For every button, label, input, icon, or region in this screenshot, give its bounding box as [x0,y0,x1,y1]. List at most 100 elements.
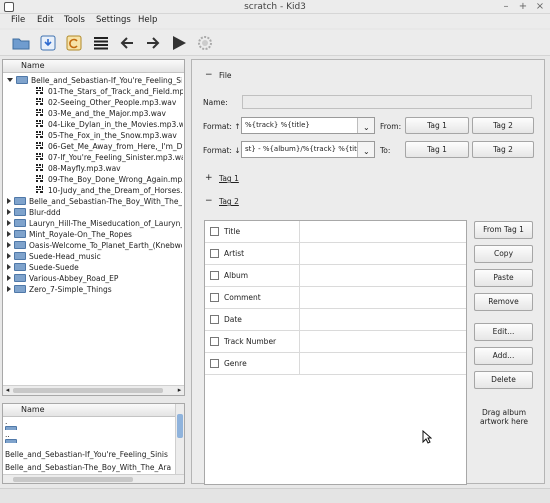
format-down-combo[interactable]: st} - %{album}/%{track} %{title} ⌄ [241,141,375,158]
to-tag2-button[interactable]: Tag 2 [472,141,534,158]
play-icon[interactable] [169,33,189,53]
collapse-arrow-icon[interactable] [7,253,11,259]
previous-icon[interactable] [117,33,137,53]
tag-field-checkbox[interactable] [210,293,219,302]
tree-folder-row[interactable]: Zero_7-Simple_Things [7,284,182,295]
next-icon[interactable] [143,33,163,53]
tree-folder-row[interactable]: Oasis-Welcome_To_Planet_Earth_(Knebwort [7,240,182,251]
tag-field-value[interactable] [301,331,465,352]
tag1-section-toggle[interactable]: + [205,174,213,183]
delete-button[interactable]: Delete [474,371,533,389]
menu-edit[interactable]: Edit [37,15,53,25]
file-tree-header[interactable]: Name [3,60,184,73]
tag-field-value[interactable] [301,243,465,264]
from-tag1-copy-button[interactable]: From Tag 1 [474,221,533,239]
dir-list-row[interactable]: .. [5,431,173,443]
tag-field-checkbox[interactable] [210,359,219,368]
collapse-arrow-icon[interactable] [7,198,11,204]
dir-list-row[interactable]: . [5,418,173,430]
tree-folder-row[interactable]: Various-Abbey_Road_EP [7,273,182,284]
copy-button[interactable]: Copy [474,245,533,263]
collapse-arrow-icon[interactable] [7,264,11,270]
tree-folder-row[interactable]: Blur-ddd [7,207,182,218]
tree-file-row[interactable]: 09-The_Boy_Done_Wrong_Again.mp3.wav [35,174,183,185]
tag-field-value[interactable] [301,265,465,286]
tag-field-checkbox[interactable] [210,249,219,258]
tag-field-value[interactable] [301,287,465,308]
dir-list-vscrollbar[interactable] [175,404,184,474]
collapse-arrow-icon[interactable] [7,231,11,237]
tag-field-name: Comment [224,293,261,302]
chevron-down-icon: ⌄ [363,123,370,132]
tree-folder-row[interactable]: Mint_Royale-On_The_Ropes [7,229,182,240]
format-up-dropdown[interactable]: ⌄ [357,118,374,133]
menu-file[interactable]: File [11,15,25,25]
tree-file-row[interactable]: 07-If_You're_Feeling_Sinister.mp3.wav [35,152,183,163]
format-down-dropdown[interactable]: ⌄ [357,142,374,157]
add-button[interactable]: Add... [474,347,533,365]
menu-settings[interactable]: Settings [96,15,131,25]
paste-button[interactable]: Paste [474,269,533,287]
file-section-toggle[interactable]: − [205,71,213,80]
minimize-icon[interactable]: – [500,1,512,13]
from-tag2-button[interactable]: Tag 2 [472,117,534,134]
dir-list-row[interactable]: Belle_and_Sebastian-The_Boy_With_The_Ara [5,462,173,473]
from-tag1-button[interactable]: Tag 1 [405,117,469,134]
collapse-arrow-icon[interactable] [7,220,11,226]
tag-field-row[interactable]: Date [205,309,466,331]
close-icon[interactable]: × [534,1,546,13]
dir-list-header[interactable]: Name [3,404,184,417]
tree-folder-row[interactable]: Suede-Head_music [7,251,182,262]
format-up-combo[interactable]: %{track} %{title} ⌄ [241,117,375,134]
tree-folder-row[interactable]: Belle_and_Sebastian-If_You're_Feeling_Si… [7,75,182,86]
tree-file-row[interactable]: 02-Seeing_Other_People.mp3.wav [35,97,183,108]
tag-field-row[interactable]: Artist [205,243,466,265]
tag-field-checkbox[interactable] [210,337,219,346]
tag-field-row[interactable]: Album [205,265,466,287]
collapse-arrow-icon[interactable] [7,286,11,292]
audio-file-icon [36,142,43,149]
edit-button[interactable]: Edit... [474,323,533,341]
tree-file-row[interactable]: 05-The_Fox_in_the_Snow.mp3.wav [35,130,183,141]
maximize-icon[interactable]: + [517,1,529,13]
tree-file-row[interactable]: 04-Like_Dylan_in_the_Movies.mp3.wav [35,119,183,130]
tree-folder-row[interactable]: Lauryn_Hill-The_Miseducation_of_Lauryn_H [7,218,182,229]
open-folder-icon[interactable] [11,33,31,53]
dir-list-row[interactable]: Belle_and_Sebastian-If_You're_Feeling_Si… [5,449,173,460]
save-icon[interactable] [38,33,58,53]
dir-list-hscrollbar[interactable] [3,474,184,483]
tag-field-checkbox[interactable] [210,315,219,324]
tree-file-row[interactable]: 08-Mayfly.mp3.wav [35,163,183,174]
tree-file-row[interactable]: 01-The_Stars_of_Track_and_Field.mp3.wav [35,86,183,97]
settings-icon[interactable] [195,33,215,53]
tag2-section-toggle[interactable]: − [205,197,213,206]
tree-file-row[interactable]: 03-Me_and_the_Major.mp3.wav [35,108,183,119]
tag-field-checkbox[interactable] [210,271,219,280]
tag-field-row[interactable]: Title [205,221,466,243]
tag-field-value[interactable] [301,221,465,242]
revert-icon[interactable] [64,33,84,53]
menu-help[interactable]: Help [138,15,157,25]
format-down-value: st} - %{album}/%{track} %{title} [245,145,368,153]
album-artwork-drop-area[interactable]: Drag album artwork here [474,408,534,442]
tag-field-checkbox[interactable] [210,227,219,236]
menu-tools[interactable]: Tools [64,15,85,25]
remove-button[interactable]: Remove [474,293,533,311]
tag-field-value[interactable] [301,353,465,374]
collapse-arrow-icon[interactable] [7,242,11,248]
tag-field-row[interactable]: Comment [205,287,466,309]
collapse-arrow-icon[interactable] [7,275,11,281]
tag-field-row[interactable]: Track Number [205,331,466,353]
tree-folder-row[interactable]: Belle_and_Sebastian-The_Boy_With_The_Ara [7,196,182,207]
tree-folder-row[interactable]: Suede-Suede [7,262,182,273]
name-field[interactable] [242,95,532,109]
collapse-arrow-icon[interactable] [7,209,11,215]
list-icon[interactable] [91,33,111,53]
tree-file-row[interactable]: 06-Get_Me_Away_from_Here,_I'm_Dyi.mp3.wa… [35,141,183,152]
tree-file-row[interactable]: 10-Judy_and_the_Dream_of_Horses.mp3.wav [35,185,183,196]
file-tree-hscrollbar[interactable]: ◂ ▸ [3,385,184,395]
to-tag1-button[interactable]: Tag 1 [405,141,469,158]
tag-field-row[interactable]: Genre [205,353,466,375]
tag-field-value[interactable] [301,309,465,330]
expand-arrow-icon[interactable] [7,78,13,82]
